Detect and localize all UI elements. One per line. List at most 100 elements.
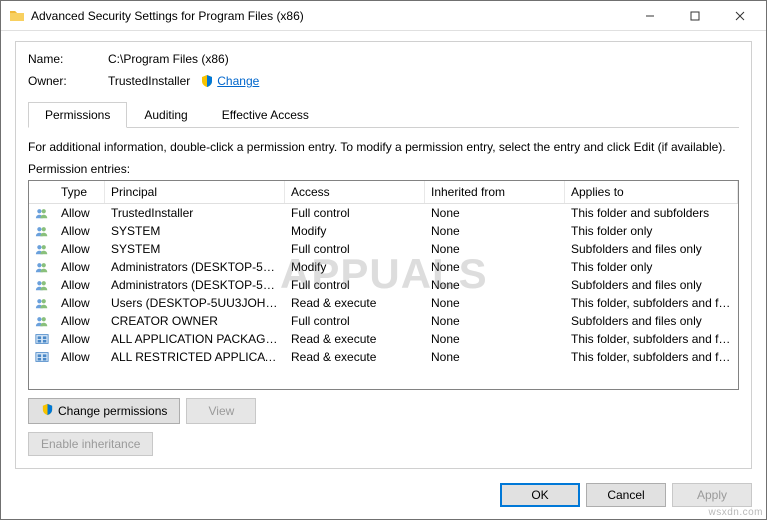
entry-applies: This folder only: [565, 223, 738, 239]
info-text: For additional information, double-click…: [28, 140, 739, 154]
entry-type: Allow: [55, 241, 105, 257]
ok-button[interactable]: OK: [500, 483, 580, 507]
entry-type: Allow: [55, 313, 105, 329]
cancel-button[interactable]: Cancel: [586, 483, 666, 507]
entry-type: Allow: [55, 331, 105, 347]
entry-icon: [29, 296, 55, 310]
inner-frame: Name: C:\Program Files (x86) Owner: Trus…: [15, 41, 752, 469]
cancel-label: Cancel: [607, 488, 644, 502]
entry-applies: Subfolders and files only: [565, 241, 738, 257]
entry-inherited: None: [425, 223, 565, 239]
name-label: Name:: [28, 52, 108, 66]
table-row[interactable]: AllowAdministrators (DESKTOP-5U...Modify…: [29, 258, 738, 276]
entry-principal: SYSTEM: [105, 223, 285, 239]
entry-applies: Subfolders and files only: [565, 277, 738, 293]
entry-principal: Users (DESKTOP-5UU3JOH\Us...: [105, 295, 285, 311]
entry-principal: ALL APPLICATION PACKAGES: [105, 331, 285, 347]
close-button[interactable]: [717, 2, 762, 30]
table-header: Type Principal Access Inherited from App…: [29, 181, 738, 204]
enable-inheritance-button[interactable]: Enable inheritance: [28, 432, 153, 456]
owner-value: TrustedInstaller: [108, 74, 190, 88]
entry-inherited: None: [425, 259, 565, 275]
shield-icon: [41, 403, 54, 419]
tab-auditing[interactable]: Auditing: [127, 102, 204, 128]
footer-buttons: OK Cancel Apply: [1, 475, 766, 519]
col-access-header[interactable]: Access: [285, 181, 425, 203]
view-label: View: [208, 404, 234, 418]
entry-icon: [29, 314, 55, 328]
col-applies-header[interactable]: Applies to: [565, 181, 738, 203]
table-row[interactable]: AllowTrustedInstallerFull controlNoneThi…: [29, 204, 738, 222]
tab-strip: Permissions Auditing Effective Access: [28, 102, 739, 128]
entry-access: Read & execute: [285, 349, 425, 365]
entry-applies: This folder, subfolders and files: [565, 295, 738, 311]
entry-inherited: None: [425, 295, 565, 311]
entry-inherited: None: [425, 277, 565, 293]
entry-inherited: None: [425, 241, 565, 257]
table-row[interactable]: AllowALL RESTRICTED APPLICATIO...Read & …: [29, 348, 738, 366]
table-row[interactable]: AllowUsers (DESKTOP-5UU3JOH\Us...Read & …: [29, 294, 738, 312]
titlebar: Advanced Security Settings for Program F…: [1, 1, 766, 31]
ok-label: OK: [531, 488, 548, 502]
view-button[interactable]: View: [186, 398, 256, 424]
entry-principal: Administrators (DESKTOP-5U...: [105, 259, 285, 275]
entry-principal: CREATOR OWNER: [105, 313, 285, 329]
entry-principal: ALL RESTRICTED APPLICATIO...: [105, 349, 285, 365]
table-row[interactable]: AllowAdministrators (DESKTOP-5U...Full c…: [29, 276, 738, 294]
entry-type: Allow: [55, 295, 105, 311]
entry-inherited: None: [425, 331, 565, 347]
name-row: Name: C:\Program Files (x86): [28, 52, 739, 66]
entry-type: Allow: [55, 277, 105, 293]
entry-inherited: None: [425, 349, 565, 365]
entry-applies: This folder, subfolders and files: [565, 331, 738, 347]
owner-label: Owner:: [28, 74, 108, 88]
entry-icon: [29, 350, 55, 364]
change-permissions-button[interactable]: Change permissions: [28, 398, 180, 424]
change-permissions-label: Change permissions: [58, 404, 167, 418]
entry-access: Read & execute: [285, 295, 425, 311]
col-icon-header[interactable]: [29, 181, 55, 203]
window-title: Advanced Security Settings for Program F…: [31, 9, 627, 23]
entry-access: Full control: [285, 205, 425, 221]
entry-principal: Administrators (DESKTOP-5U...: [105, 277, 285, 293]
minimize-button[interactable]: [627, 2, 672, 30]
entry-access: Read & execute: [285, 331, 425, 347]
entry-access: Modify: [285, 259, 425, 275]
content: Name: C:\Program Files (x86) Owner: Trus…: [1, 31, 766, 475]
permission-table: Type Principal Access Inherited from App…: [28, 180, 739, 390]
entry-icon: [29, 260, 55, 274]
entry-icon: [29, 332, 55, 346]
entry-type: Allow: [55, 349, 105, 365]
owner-change-link[interactable]: Change: [217, 74, 259, 88]
entry-applies: This folder, subfolders and files: [565, 349, 738, 365]
row-buttons: Change permissions View: [28, 398, 739, 424]
table-row[interactable]: AllowSYSTEMModifyNoneThis folder only: [29, 222, 738, 240]
table-row[interactable]: AllowALL APPLICATION PACKAGESRead & exec…: [29, 330, 738, 348]
entry-applies: This folder only: [565, 259, 738, 275]
maximize-button[interactable]: [672, 2, 717, 30]
col-principal-header[interactable]: Principal: [105, 181, 285, 203]
inheritance-row: Enable inheritance: [28, 432, 739, 456]
entry-icon: [29, 224, 55, 238]
entry-icon: [29, 206, 55, 220]
apply-label: Apply: [697, 488, 727, 502]
entry-applies: Subfolders and files only: [565, 313, 738, 329]
enable-inheritance-label: Enable inheritance: [41, 437, 140, 451]
entry-access: Full control: [285, 277, 425, 293]
apply-button[interactable]: Apply: [672, 483, 752, 507]
entry-icon: [29, 278, 55, 292]
table-body: AllowTrustedInstallerFull controlNoneThi…: [29, 204, 738, 366]
col-inherited-header[interactable]: Inherited from: [425, 181, 565, 203]
entry-type: Allow: [55, 223, 105, 239]
table-row[interactable]: AllowCREATOR OWNERFull controlNoneSubfol…: [29, 312, 738, 330]
entry-applies: This folder and subfolders: [565, 205, 738, 221]
entry-access: Full control: [285, 241, 425, 257]
entry-icon: [29, 242, 55, 256]
table-row[interactable]: AllowSYSTEMFull controlNoneSubfolders an…: [29, 240, 738, 258]
entry-inherited: None: [425, 313, 565, 329]
entry-type: Allow: [55, 205, 105, 221]
tab-effective-access[interactable]: Effective Access: [205, 102, 326, 128]
owner-row: Owner: TrustedInstaller Change: [28, 74, 739, 88]
tab-permissions[interactable]: Permissions: [28, 102, 127, 128]
col-type-header[interactable]: Type: [55, 181, 105, 203]
